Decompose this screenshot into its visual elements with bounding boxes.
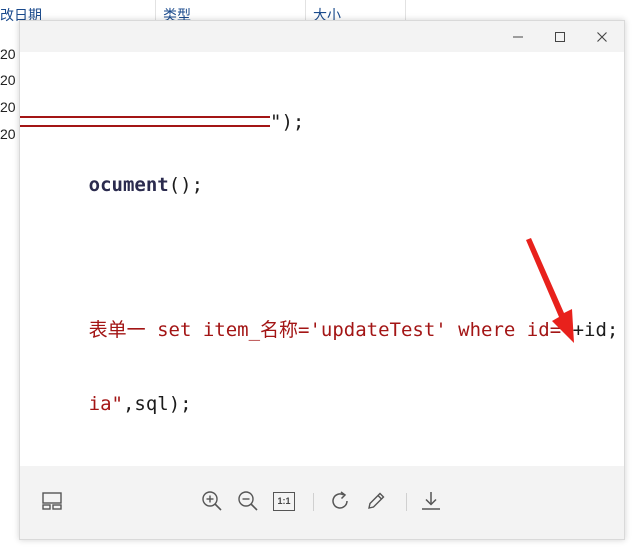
close-icon [597,31,607,42]
zoom-out-button[interactable] [233,486,263,516]
actual-size-button[interactable]: 1:1 [269,486,299,516]
toolbar-divider [313,493,314,511]
code-line-4: ia",sql); [20,368,192,440]
zoom-in-button[interactable] [197,486,227,516]
minimize-icon [513,36,523,37]
layout-button[interactable] [37,486,67,516]
code-token-document: ocument [88,174,169,196]
image-canvas[interactable]: "); ocument(); 表单一 set item_名称='updateTe… [20,52,624,466]
download-button[interactable] [416,486,446,516]
file-row-date[interactable]: 20 [0,70,16,90]
edit-pen-icon [368,492,385,509]
toolbar-divider [406,493,407,511]
file-row-date[interactable]: 20 [0,124,16,144]
rotate-icon [332,491,348,509]
close-button[interactable] [582,21,622,52]
download-icon [422,492,440,510]
minimize-button[interactable] [498,21,538,52]
maximize-button[interactable] [540,21,580,52]
title-bar[interactable] [20,21,624,52]
maximize-icon [555,31,565,42]
file-row-date[interactable]: 20 [0,97,16,117]
column-header-size[interactable]: 大小 [313,0,403,22]
viewer-toolbar: 1:1 [20,466,624,539]
column-separator [155,0,156,22]
column-separator [305,0,306,22]
code-token-sql-string: 表单一 set item_名称='updateTest' where id=" [88,319,573,341]
code-line-2: ocument(); [20,149,203,221]
rotate-button[interactable] [325,486,355,516]
zoom-out-icon [238,491,258,511]
code-token-string: ia" [88,393,123,415]
column-separator [405,0,406,22]
column-header-type[interactable]: 类型 [163,0,303,22]
code-line-1-tail: "); [270,111,305,133]
actual-size-icon: 1:1 [273,491,295,511]
layout-icon [42,492,62,510]
edit-button[interactable] [361,486,391,516]
file-row-date[interactable]: 20 [0,44,16,64]
code-token-sql-arg: ,sql); [122,393,192,415]
code-token-paren: (); [168,174,204,196]
red-arrow-annotation [526,238,574,343]
code-underline-string [20,116,270,127]
zoom-in-icon [202,491,222,511]
column-header-modified-date[interactable]: 改日期 [0,0,150,22]
image-viewer-window: "); ocument(); 表单一 set item_名称='updateTe… [19,20,625,540]
